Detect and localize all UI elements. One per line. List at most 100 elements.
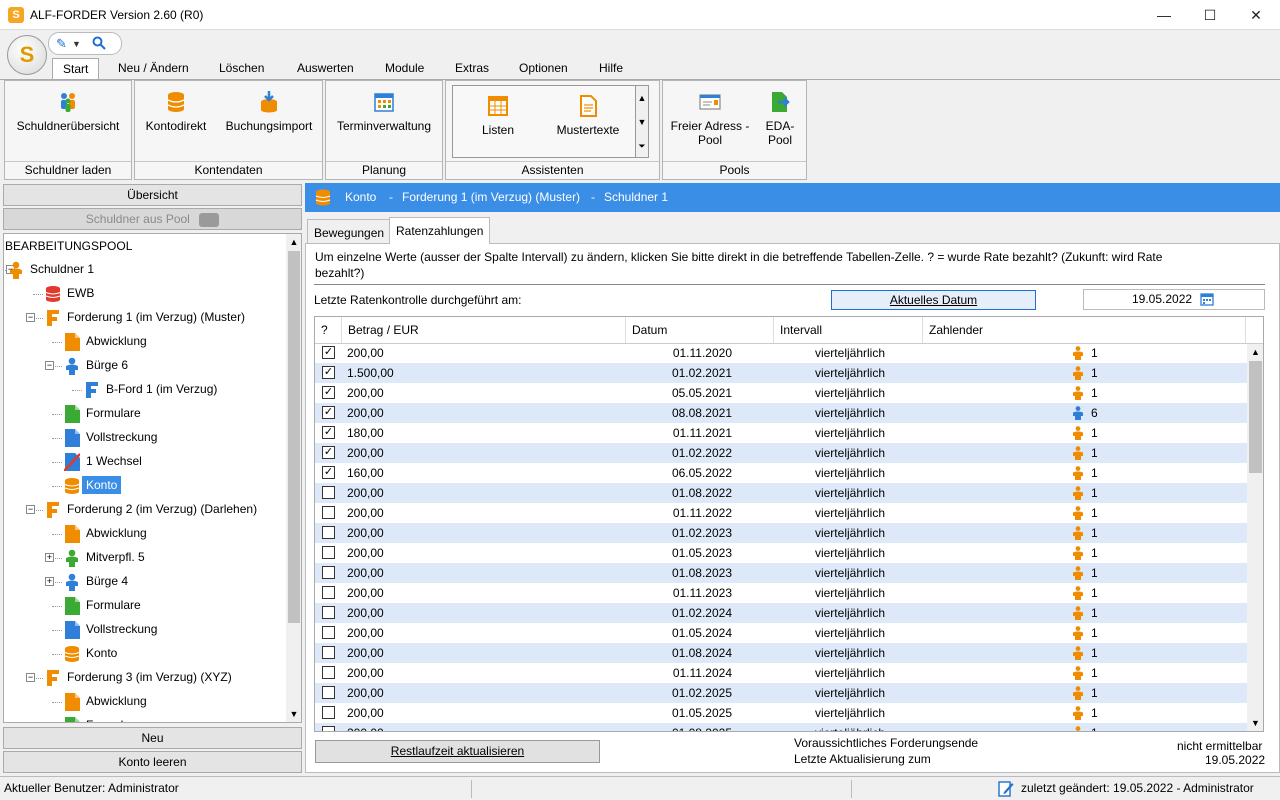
mustertexte-button[interactable]: Mustertexte (550, 95, 626, 137)
amount-cell[interactable]: 200,00 (347, 343, 384, 363)
date-cell[interactable]: 01.11.2021 (626, 423, 732, 443)
tree-item[interactable]: B-Ford 1 (im Verzug) (84, 379, 217, 399)
app-menu-button[interactable]: S (7, 35, 47, 75)
date-cell[interactable]: 01.08.2025 (626, 723, 732, 731)
date-cell[interactable]: 01.02.2024 (626, 603, 732, 623)
aktuelles-datum-button[interactable]: Aktuelles Datum (831, 290, 1036, 310)
interval-cell[interactable]: vierteljährlich (774, 683, 885, 703)
paid-checkbox[interactable]: ✓ (322, 346, 335, 359)
amount-cell[interactable]: 200,00 (347, 383, 384, 403)
header-intervall[interactable]: Intervall (774, 317, 923, 343)
tree-item[interactable]: Forderung 2 (im Verzug) (Darlehen) (45, 499, 257, 519)
tab-start[interactable]: Start (52, 58, 100, 79)
amount-cell[interactable]: 200,00 (347, 663, 384, 683)
interval-cell[interactable]: vierteljährlich (774, 423, 885, 443)
date-cell[interactable]: 01.02.2021 (626, 363, 732, 383)
tree-item[interactable]: Forderung 1 (im Verzug) (Muster) (45, 307, 245, 327)
table-row[interactable]: 200,00 01.02.2024 vierteljährlich 1 (315, 603, 1247, 623)
tree-item[interactable]: Abwicklung (64, 691, 147, 711)
paid-checkbox[interactable] (322, 726, 335, 731)
buchungsimport-button[interactable]: Buchungsimport (219, 91, 319, 133)
chevron-down-icon[interactable]: ▼ (72, 39, 81, 49)
amount-cell[interactable]: 200,00 (347, 523, 384, 543)
paid-checkbox[interactable] (322, 546, 335, 559)
paid-checkbox[interactable] (322, 706, 335, 719)
paid-checkbox[interactable] (322, 486, 335, 499)
amount-cell[interactable]: 200,00 (347, 603, 384, 623)
paid-checkbox[interactable] (322, 526, 335, 539)
tree-item[interactable]: Abwicklung (64, 331, 147, 351)
amount-cell[interactable]: 160,00 (347, 463, 384, 483)
collapse-icon[interactable]: − (26, 313, 35, 322)
table-row[interactable]: 200,00 01.08.2025 vierteljährlich 1 (315, 723, 1247, 731)
interval-cell[interactable]: vierteljährlich (774, 483, 885, 503)
amount-cell[interactable]: 180,00 (347, 423, 384, 443)
scroll-up-icon[interactable]: ▲ (286, 234, 301, 250)
date-cell[interactable]: 01.08.2024 (626, 643, 732, 663)
amount-cell[interactable]: 200,00 (347, 643, 384, 663)
scroll-down-icon[interactable]: ▼ (286, 706, 301, 722)
table-row[interactable]: 200,00 01.02.2023 vierteljährlich 1 (315, 523, 1247, 543)
table-row[interactable]: 200,00 01.02.2025 vierteljährlich 1 (315, 683, 1247, 703)
header-zahlender[interactable]: Zahlender (923, 317, 1246, 343)
tab-loeschen[interactable]: Löschen (209, 58, 274, 79)
paid-checkbox[interactable] (322, 606, 335, 619)
schuldneruebersicht-button[interactable]: Schuldnerübersicht (9, 91, 127, 133)
date-cell[interactable]: 01.11.2023 (626, 583, 732, 603)
tab-auswerten[interactable]: Auswerten (287, 58, 364, 79)
amount-cell[interactable]: 1.500,00 (347, 363, 394, 383)
tree-item[interactable]: Vollstreckung (64, 427, 157, 447)
amount-cell[interactable]: 200,00 (347, 623, 384, 643)
paid-checkbox[interactable] (322, 506, 335, 519)
date-cell[interactable]: 01.05.2023 (626, 543, 732, 563)
date-cell[interactable]: 01.08.2022 (626, 483, 732, 503)
paid-checkbox[interactable] (322, 686, 335, 699)
date-cell[interactable]: 01.11.2022 (626, 503, 732, 523)
date-cell[interactable]: 01.02.2023 (626, 523, 732, 543)
interval-cell[interactable]: vierteljährlich (774, 343, 885, 363)
header-datum[interactable]: Datum (626, 317, 774, 343)
payer-cell[interactable]: 1 (1091, 623, 1098, 643)
table-row[interactable]: 200,00 01.05.2023 vierteljährlich 1 (315, 543, 1247, 563)
paid-checkbox[interactable] (322, 626, 335, 639)
payer-cell[interactable]: 1 (1091, 723, 1098, 731)
amount-cell[interactable]: 200,00 (347, 403, 384, 423)
tree-item[interactable]: Formulare (64, 403, 141, 423)
table-row[interactable]: 200,00 01.08.2022 vierteljährlich 1 (315, 483, 1247, 503)
payer-cell[interactable]: 1 (1091, 503, 1098, 523)
tree-item[interactable]: Abwicklung (64, 523, 147, 543)
edit-pen-icon[interactable]: ✎ (56, 36, 67, 52)
date-cell[interactable]: 01.02.2022 (626, 443, 732, 463)
payer-cell[interactable]: 6 (1091, 403, 1098, 423)
tree-item[interactable]: Vollstreckung (64, 619, 157, 639)
amount-cell[interactable]: 200,00 (347, 483, 384, 503)
neu-button[interactable]: Neu (3, 727, 302, 749)
date-cell[interactable]: 01.05.2025 (626, 703, 732, 723)
search-icon[interactable] (92, 36, 106, 53)
tree-item[interactable]: Schuldner 1 (8, 259, 94, 279)
date-cell[interactable]: 01.08.2023 (626, 563, 732, 583)
table-row[interactable]: ✓ 180,00 01.11.2021 vierteljährlich 1 (315, 423, 1247, 443)
gallery-scroll[interactable]: ▲ ▼ ⏷ (635, 85, 649, 158)
tab-ratenzahlungen[interactable]: Ratenzahlungen (389, 217, 491, 244)
paid-checkbox[interactable]: ✓ (322, 366, 335, 379)
tree-item[interactable]: Konto (64, 643, 117, 663)
collapse-icon[interactable]: − (26, 505, 35, 514)
amount-cell[interactable]: 200,00 (347, 503, 384, 523)
table-scrollbar[interactable]: ▲ ▼ (1247, 344, 1263, 731)
header-betrag[interactable]: Betrag / EUR (342, 317, 626, 343)
payer-cell[interactable]: 1 (1091, 363, 1098, 383)
tree-item[interactable]: Formulare (64, 715, 141, 722)
table-row[interactable]: ✓ 200,00 01.02.2022 vierteljährlich 1 (315, 443, 1247, 463)
payer-cell[interactable]: 1 (1091, 643, 1098, 663)
date-cell[interactable]: 01.11.2020 (626, 343, 732, 363)
payer-cell[interactable]: 1 (1091, 423, 1098, 443)
close-button[interactable]: ✕ (1233, 0, 1279, 30)
paid-checkbox[interactable]: ✓ (322, 426, 335, 439)
paid-checkbox[interactable] (322, 566, 335, 579)
tab-bewegungen[interactable]: Bewegungen (307, 219, 392, 243)
payer-cell[interactable]: 1 (1091, 443, 1098, 463)
konto-leeren-button[interactable]: Konto leeren (3, 751, 302, 773)
paid-checkbox[interactable]: ✓ (322, 406, 335, 419)
interval-cell[interactable]: vierteljährlich (774, 703, 885, 723)
